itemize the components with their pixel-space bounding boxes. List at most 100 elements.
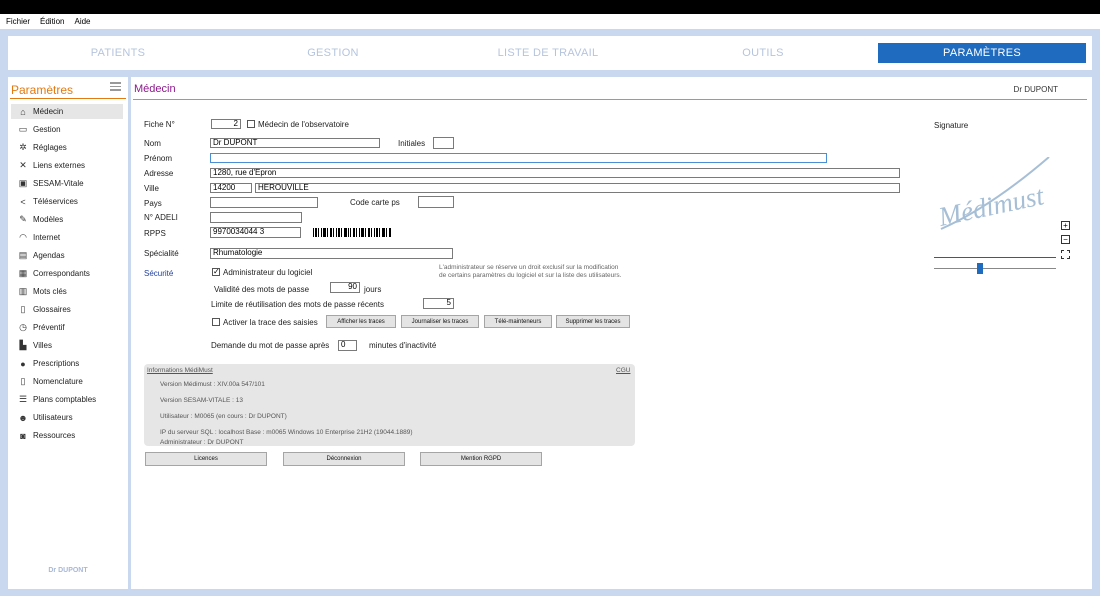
sidebar-item-nomenclature[interactable]: ▯ Nomenclature (11, 374, 123, 389)
fiche-number-field[interactable]: 2 (211, 119, 241, 129)
adresse-field[interactable]: 1280, rue d'Epron (210, 168, 900, 178)
code-carte-label: Code carte ps (350, 198, 400, 207)
sidebar-item-correspondants[interactable]: ▦ Correspondants (11, 266, 123, 281)
menubar: Fichier Édition Aide (0, 14, 1100, 29)
observatoire-checkbox[interactable] (247, 120, 255, 128)
initiales-label: Initiales (398, 139, 426, 148)
medimust-logo: Médimust (935, 156, 1050, 232)
sidebar-item-label: Glossaires (33, 305, 71, 314)
sidebar-item-internet[interactable]: ◠ Internet (11, 230, 123, 245)
admin-line: Administrateur : Dr DUPONT (160, 439, 244, 446)
calendar-icon: ▤ (18, 250, 28, 260)
zoom-slider-track[interactable] (934, 268, 1056, 269)
tele-mainteneurs-button[interactable]: Télé-mainteneurs (484, 315, 552, 328)
sidebar-item-mots-cles[interactable]: ▥ Mots clés (11, 284, 123, 299)
chart-icon: ▥ (18, 286, 28, 296)
server-line: IP du serveur SQL : localhost Base : m00… (160, 429, 413, 436)
current-user: Dr DUPONT (1013, 85, 1058, 94)
info-title-link[interactable]: Informations MédiMust (147, 367, 213, 374)
sidebar-item-label: Liens externes (33, 161, 86, 170)
sidebar-item-label: Téléservices (33, 197, 78, 206)
sidebar-item-label: Mots clés (33, 287, 67, 296)
sidebar-item-plans-comptables[interactable]: ☰ Plans comptables (11, 392, 123, 407)
inbox-icon: ▭ (18, 124, 28, 134)
fiche-label: Fiche N° (144, 120, 175, 129)
show-traces-button[interactable]: Afficher les traces (326, 315, 396, 328)
password-reuse-label: Limite de réutilisation des mots de pass… (211, 300, 384, 309)
clock-icon: ◷ (19, 322, 27, 332)
password-validity-field[interactable]: 90 (330, 282, 360, 293)
sidebar-item-utilisateurs[interactable]: ☻ Utilisateurs (11, 410, 123, 425)
deconnexion-button[interactable]: Déconnexion (283, 452, 405, 466)
tab-liste-de-travail[interactable]: LISTE DE TRAVAIL (468, 43, 628, 63)
tab-patients[interactable]: PATIENTS (38, 43, 198, 63)
zoom-in-icon[interactable]: + (1061, 221, 1070, 230)
cgu-link[interactable]: CGU (616, 367, 630, 374)
log-traces-button[interactable]: Journaliser les traces (401, 315, 479, 328)
edit-icon: ✎ (19, 214, 27, 224)
sidebar-item-medecin[interactable]: ⌂ Médecin (11, 104, 123, 119)
password-validity-label: Validité des mots de passe (214, 285, 310, 294)
nom-field[interactable]: Dr DUPONT (210, 138, 380, 148)
car-icon: ◙ (20, 430, 26, 441)
sidebar-item-preventif[interactable]: ◷ Préventif (11, 320, 123, 335)
admin-checkbox[interactable]: ✓ (212, 268, 220, 276)
inactivity-field[interactable]: 0 (338, 340, 357, 351)
signature-image[interactable]: Médimust (931, 156, 1056, 247)
postal-code-field[interactable]: 14200 (210, 183, 252, 193)
mention-rgpd-button[interactable]: Mention RGPD (420, 452, 542, 466)
specialite-field[interactable]: Rhumatologie (210, 248, 453, 259)
sidebar-item-sesam-vitale[interactable]: ▣ SESAM-Vitale (11, 176, 123, 191)
sidebar-item-agendas[interactable]: ▤ Agendas (11, 248, 123, 263)
home-icon: ⌂ (20, 106, 26, 117)
trace-checkbox[interactable] (212, 318, 220, 326)
adeli-label: N° ADELI (144, 213, 178, 222)
licences-button[interactable]: Licences (145, 452, 267, 466)
sesam-version-line: Version SESAM-VITALE : 13 (160, 397, 243, 404)
password-validity-unit: jours (364, 285, 382, 294)
zoom-slider-thumb[interactable] (977, 263, 984, 274)
ville-field[interactable]: HEROUVILLE (255, 183, 900, 193)
inactivity-unit: minutes d'inactivité (369, 341, 437, 350)
menu-edition[interactable]: Édition (40, 17, 64, 26)
menu-fichier[interactable]: Fichier (6, 17, 30, 26)
sidebar-item-label: Modèles (33, 215, 64, 224)
sidebar-item-label: Villes (33, 341, 52, 350)
sidebar-user: Dr DUPONT (48, 567, 88, 574)
zoom-out-icon[interactable]: − (1061, 235, 1070, 244)
sidebar: Paramètres ⌂ Médecin ▭ Gestion ✲ Réglages ✕… (8, 77, 128, 589)
sidebar-item-teleservices[interactable]: < Téléservices (11, 194, 123, 209)
sidebar-item-reglages[interactable]: ✲ Réglages (11, 140, 123, 155)
sidebar-item-villes[interactable]: ▙ Villes (11, 338, 123, 353)
password-reuse-field[interactable]: 5 (423, 298, 454, 309)
sidebar-item-gestion[interactable]: ▭ Gestion (11, 122, 123, 137)
sidebar-item-liens-externes[interactable]: ✕ Liens externes (11, 158, 123, 173)
tab-outils[interactable]: OUTILS (688, 43, 838, 63)
prenom-field[interactable] (210, 153, 827, 163)
fit-screen-icon[interactable] (1061, 250, 1070, 259)
initiales-field[interactable] (433, 137, 454, 149)
sidebar-item-ressources[interactable]: ◙ Ressources (11, 428, 123, 443)
sidebar-item-modeles[interactable]: ✎ Modèles (11, 212, 123, 227)
sidebar-item-glossaires[interactable]: ▯ Glossaires (11, 302, 123, 317)
code-carte-field[interactable] (418, 196, 454, 208)
adeli-field[interactable] (210, 212, 302, 223)
page-title: Médecin (134, 83, 176, 95)
tab-gestion[interactable]: GESTION (258, 43, 408, 63)
rpps-field[interactable]: 9970034044 3 (210, 227, 301, 238)
ville-label: Ville (144, 184, 159, 193)
sidebar-item-label: Gestion (33, 125, 61, 134)
signature-label: Signature (934, 121, 969, 130)
sidebar-item-label: Utilisateurs (33, 413, 73, 422)
sidebar-item-prescriptions[interactable]: ● Prescriptions (11, 356, 123, 371)
pays-field[interactable] (210, 197, 318, 208)
sidebar-item-label: SESAM-Vitale (33, 179, 84, 188)
tab-parametres[interactable]: PARAMÈTRES (878, 43, 1086, 63)
menu-aide[interactable]: Aide (74, 17, 90, 26)
list-icon: ☰ (18, 394, 28, 404)
adresse-label: Adresse (144, 169, 174, 178)
menu-burger-icon[interactable] (110, 82, 121, 91)
title-divider (133, 99, 1087, 100)
admin-note: L'administrateur se réserve un droit exc… (439, 264, 622, 279)
delete-traces-button[interactable]: Supprimer les traces (556, 315, 630, 328)
